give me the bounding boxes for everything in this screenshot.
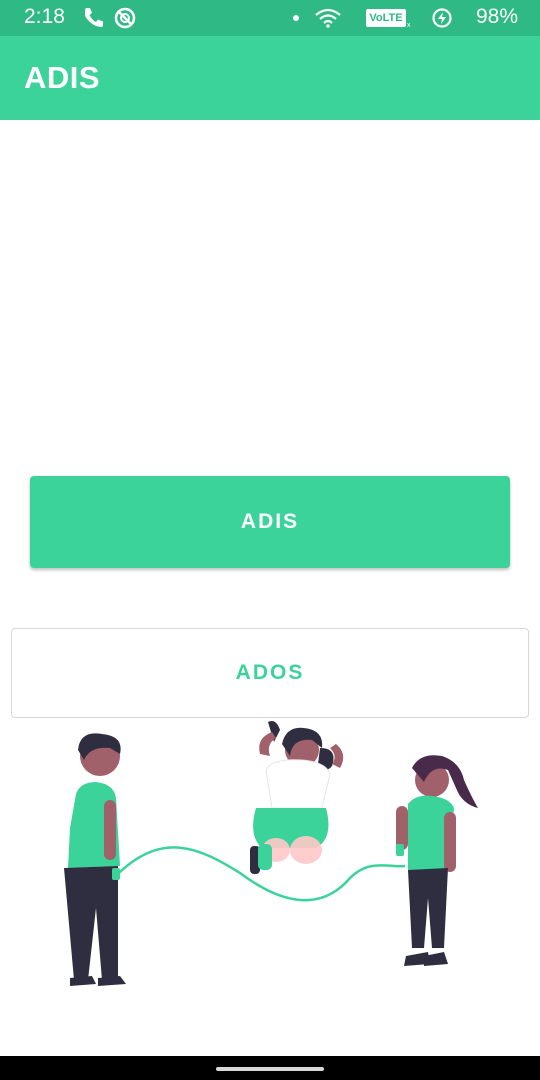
status-bar: 2:18 x VoLTE 98% (0, 0, 540, 36)
status-time: 2:18 (24, 5, 65, 28)
page-title: ADIS (24, 60, 101, 95)
volte-badge: VoLTE (366, 9, 406, 27)
home-gesture-handle[interactable] (216, 1067, 324, 1071)
app-bar: ADIS (0, 36, 540, 120)
svg-text:x: x (407, 22, 411, 29)
jumping-girl-figure (250, 721, 344, 874)
dot-icon (293, 15, 299, 21)
wifi-icon (315, 8, 341, 28)
phone-icon (85, 8, 103, 27)
boy-figure (64, 733, 126, 986)
children-jumping-rope-illustration (64, 721, 478, 986)
ados-button[interactable]: ADOS (11, 628, 529, 718)
battery-percentage: 98% (475, 5, 518, 28)
girl-figure (396, 755, 478, 966)
battery-saver-icon (432, 8, 452, 28)
status-left-icons (82, 7, 142, 34)
no-disturb-icon (114, 7, 136, 29)
adis-button[interactable]: ADIS (30, 476, 510, 568)
navigation-bar (0, 1056, 540, 1080)
